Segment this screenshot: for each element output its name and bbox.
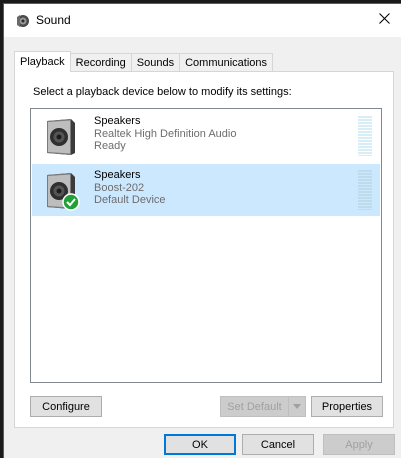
device-item[interactable]: Speakers Realtek High Definition Audio R… xyxy=(32,110,380,162)
set-default-label: Set Default xyxy=(221,397,289,416)
window-title: Sound xyxy=(36,13,71,27)
device-description: Realtek High Definition Audio xyxy=(94,128,237,140)
close-icon xyxy=(378,13,390,27)
device-name: Speakers xyxy=(94,169,141,181)
tab-communications[interactable]: Communications xyxy=(180,53,274,72)
dropdown-arrow-icon[interactable] xyxy=(289,397,305,416)
speaker-icon xyxy=(16,14,30,28)
device-status: Ready xyxy=(94,140,126,152)
cancel-button[interactable]: Cancel xyxy=(242,434,314,455)
tab-sounds[interactable]: Sounds xyxy=(131,53,181,72)
instruction-text: Select a playback device below to modify… xyxy=(33,86,292,98)
device-item-selected[interactable]: Speakers Boost-202 Default Device xyxy=(32,164,380,216)
default-check-icon xyxy=(62,193,80,211)
device-description: Boost-202 xyxy=(94,182,145,194)
ok-button[interactable]: OK xyxy=(164,434,236,455)
properties-button[interactable]: Properties xyxy=(311,396,383,417)
speaker-device-icon xyxy=(41,171,81,211)
configure-button[interactable]: Configure xyxy=(30,396,102,417)
volume-meter xyxy=(358,170,372,210)
device-status: Default Device xyxy=(94,194,166,206)
device-list[interactable]: Speakers Realtek High Definition Audio R… xyxy=(30,108,382,383)
tab-recording[interactable]: Recording xyxy=(70,53,132,72)
title-bar: Sound xyxy=(4,4,401,37)
apply-button[interactable]: Apply xyxy=(323,434,395,455)
volume-meter xyxy=(358,116,372,156)
sound-dialog: Sound Playback Recording Sounds Communic… xyxy=(3,3,401,458)
speaker-device-icon xyxy=(41,117,81,157)
tab-playback[interactable]: Playback xyxy=(14,51,71,72)
device-name: Speakers xyxy=(94,115,141,127)
set-default-button[interactable]: Set Default xyxy=(220,396,306,417)
close-button[interactable] xyxy=(369,6,399,34)
tab-strip: Playback Recording Sounds Communications xyxy=(14,51,274,72)
playback-panel: Select a playback device below to modify… xyxy=(14,71,394,428)
